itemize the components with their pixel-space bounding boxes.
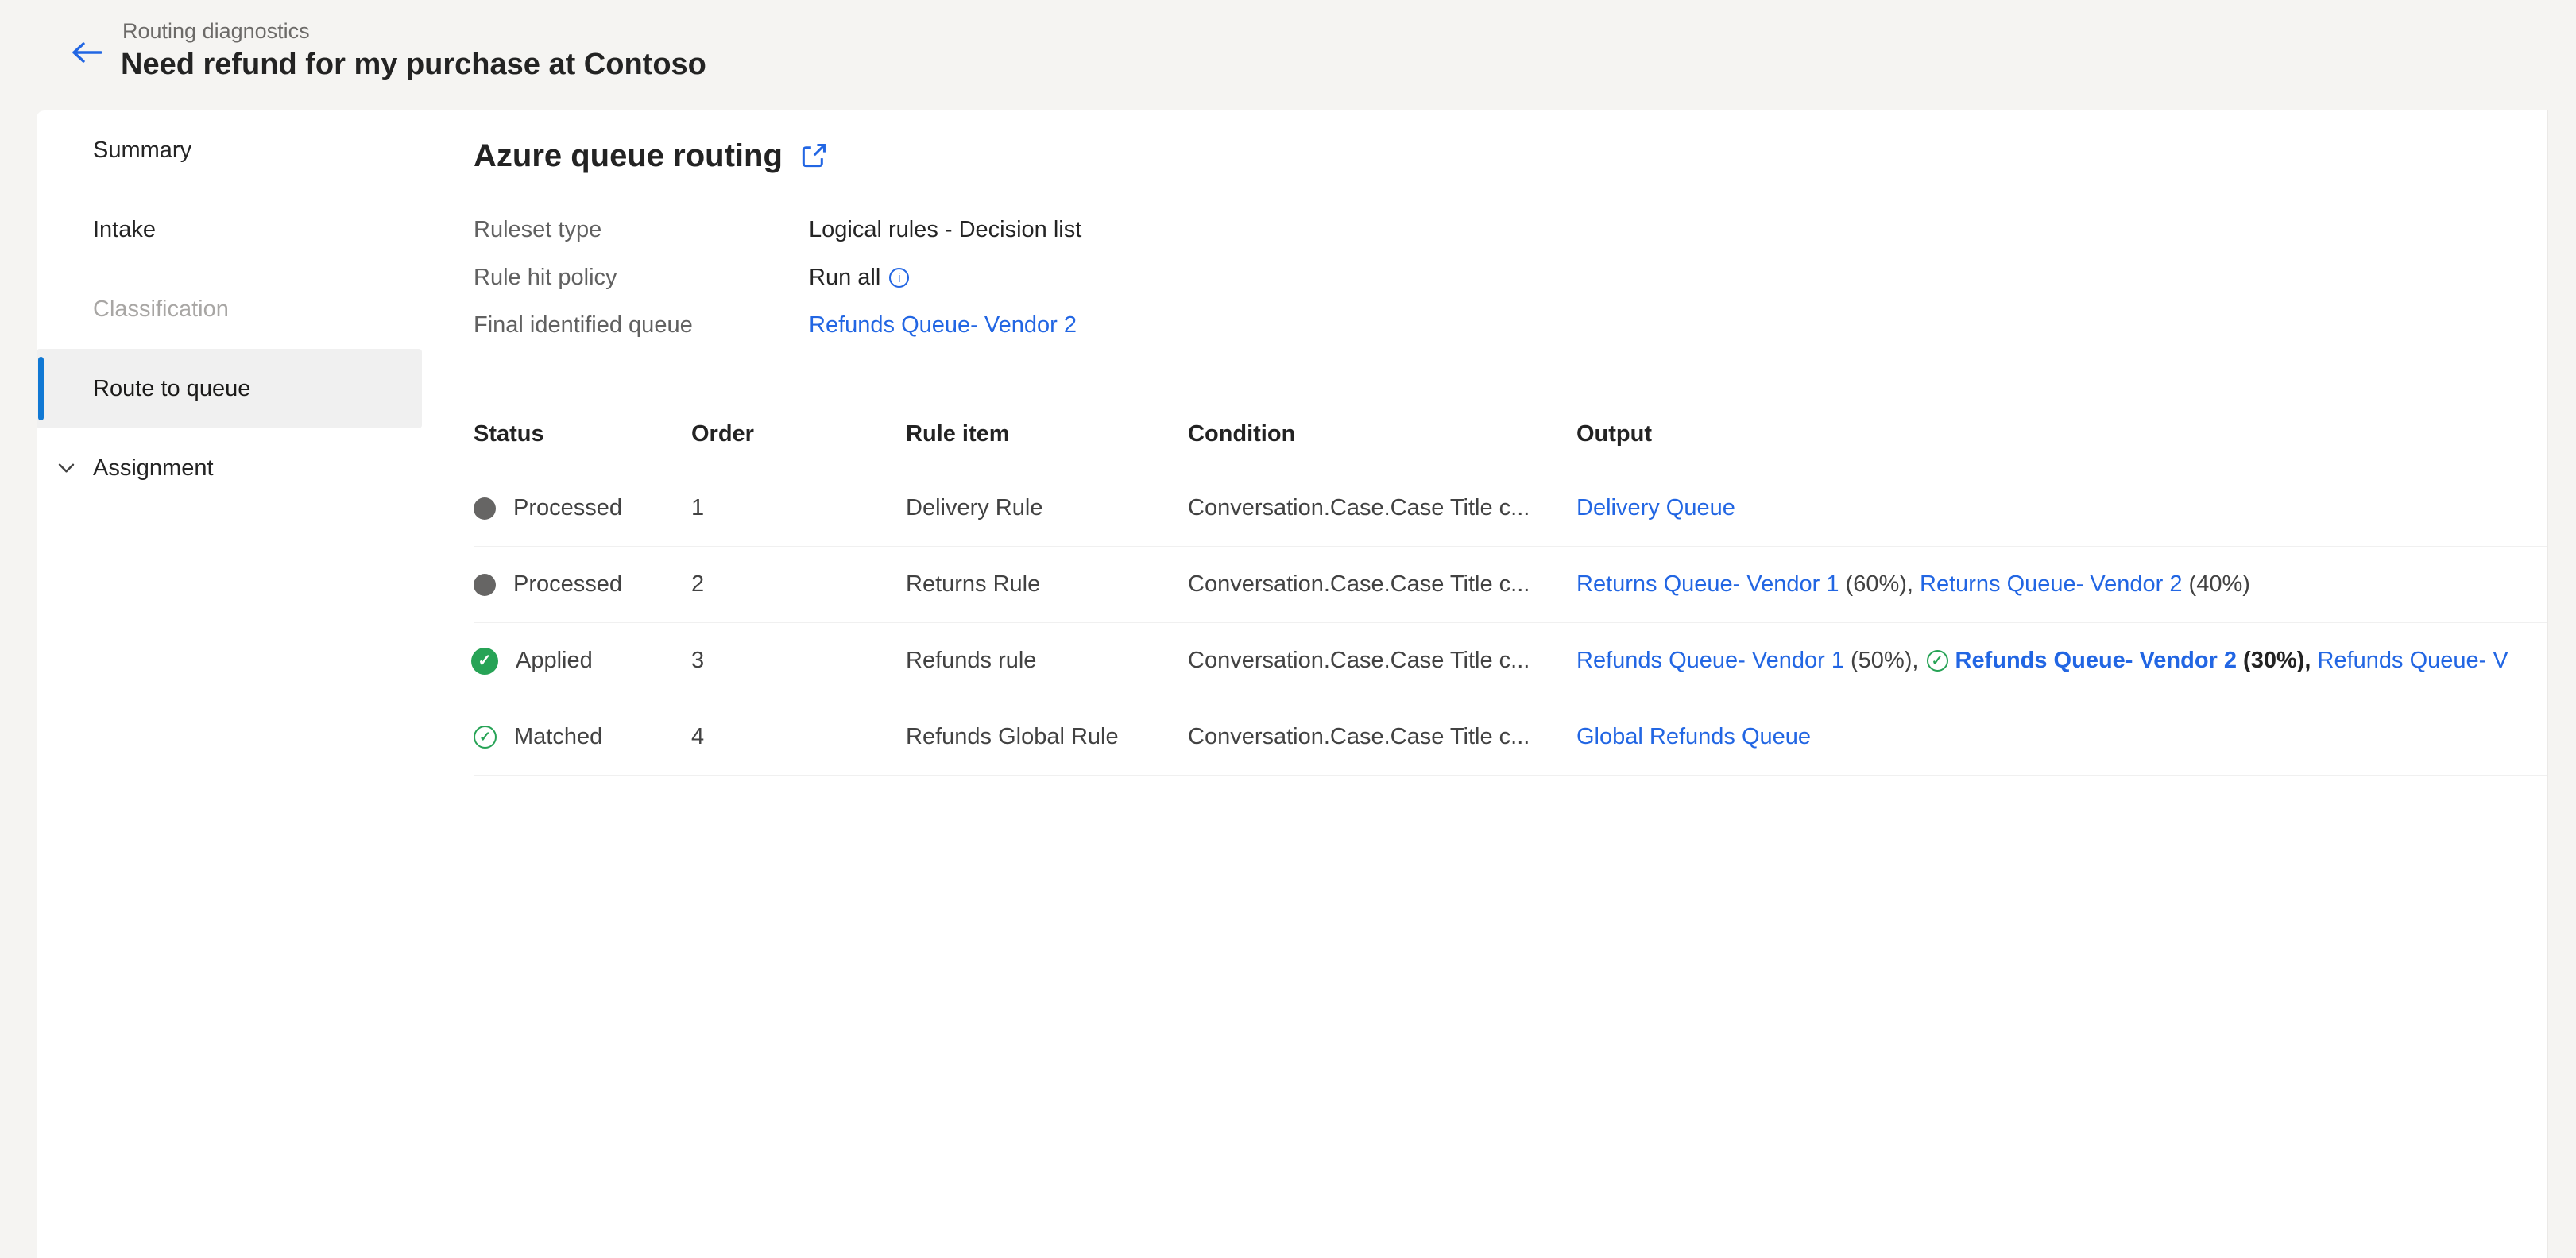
table-row: ✓ Matched 4 Refunds Global Rule Conversation… [474,699,2547,776]
rule-item-cell: Returns Rule [906,571,1041,597]
rules-table: Status Order Rule item Condition Output Proc… [471,399,2547,776]
sidebar-item-label: Summary [93,137,192,163]
status-cell: ✓ Applied [471,647,691,675]
column-header-status: Status [474,421,544,447]
output-percentage: (50%), [1843,648,1925,673]
condition-cell: Conversation.Case.Case Title c... [1188,571,1530,597]
output-cell: Delivery Queue [1576,495,2547,521]
ruleset-details: Ruleset type Logical rules - Decision lis… [474,206,2547,349]
column-header-order: Order [691,421,754,447]
detail-value: Logical rules - Decision list [809,217,1081,243]
status-label: Applied [516,648,593,673]
status-label: Processed [513,495,623,521]
sidebar-item-route-to-queue[interactable]: Route to queue [37,349,422,428]
output-queue-link[interactable]: Returns Queue- Vendor 2 [1920,571,2182,598]
detail-value: Refunds Queue- Vendor 2 [809,312,1077,339]
detail-value-text: Run all [809,264,881,290]
table-row: ✓ Applied 3 Refunds rule Conversation.Case.C… [471,623,2547,699]
status-label: Processed [513,571,623,597]
detail-value: Run all i [809,264,910,291]
sidebar-item-label: Intake [93,216,156,242]
rule-item-cell: Refunds Global Rule [906,724,1119,749]
sidebar-item-summary[interactable]: Summary [37,110,451,190]
detail-label: Final identified queue [474,312,693,338]
check-circle-outline-icon: ✓ [1926,650,1948,672]
sidebar-item-intake[interactable]: Intake [37,190,451,269]
output-queue-link[interactable]: Delivery Queue [1576,495,1735,521]
condition-cell: Conversation.Case.Case Title c... [1188,495,1530,521]
table-header-row: Status Order Rule item Condition Output [474,399,2547,470]
arrow-left-icon [72,40,103,65]
rule-item-cell: Delivery Rule [906,495,1043,521]
status-dot-gray-icon [474,573,496,596]
rule-item-cell: Refunds rule [906,648,1037,673]
status-check-outline-icon: ✓ [474,726,497,749]
output-queue-link[interactable]: Global Refunds Queue [1576,724,1811,750]
sidebar-item-label: Classification [93,296,229,322]
final-queue-link[interactable]: Refunds Queue- Vendor 2 [809,312,1077,339]
page-header: Routing diagnostics Need refund for my p… [0,0,2576,110]
back-button[interactable] [64,29,111,76]
table-row: Processed 1 Delivery Rule Conversation.Case… [474,470,2547,547]
output-cell: Returns Queue- Vendor 1 (60%), Returns Q… [1576,571,2547,598]
output-cell: Refunds Queue- Vendor 1 (50%), ✓ Refunds … [1576,648,2547,674]
order-cell: 3 [691,648,705,673]
output-queue-link[interactable]: Refunds Queue- V [2318,648,2508,674]
order-cell: 4 [691,724,705,749]
status-label: Matched [514,724,603,749]
status-check-filled-icon: ✓ [471,647,498,675]
condition-cell: Conversation.Case.Case Title c... [1188,724,1530,749]
detail-value-text: Logical rules - Decision list [809,216,1082,242]
condition-cell: Conversation.Case.Case Title c... [1188,648,1530,673]
order-cell: 2 [691,571,705,597]
chevron-down-icon [56,458,77,479]
output-cell: Global Refunds Queue [1576,724,2547,750]
output-queue-link-selected[interactable]: Refunds Queue- Vendor 2 [1955,648,2238,674]
detail-row: Final identified queue Refunds Queue- Ven… [474,301,2547,349]
page-title: Need refund for my purchase at Contoso [121,48,706,81]
output-queue-link[interactable]: Returns Queue- Vendor 1 [1576,571,1839,598]
status-cell: ✓ Matched [474,724,691,750]
detail-label: Rule hit policy [474,264,617,290]
section-title-row: Azure queue routing [474,134,2547,177]
sidebar-item-label: Route to queue [93,375,251,401]
routing-detail-panel: Azure queue routing Ruleset type Logical … [451,110,2548,1258]
column-header-rule-item: Rule item [906,421,1010,447]
output-percentage: (30%), [2237,648,2318,673]
column-header-condition: Condition [1188,421,1296,447]
sidebar-item-assignment[interactable]: Assignment [37,428,451,508]
output-percentage: (40%) [2182,571,2250,597]
status-cell: Processed [474,571,691,598]
sidebar-item-label: Assignment [93,455,214,481]
open-in-new-window-icon[interactable] [799,141,829,171]
table-body: Processed 1 Delivery Rule Conversation.Case… [471,470,2547,776]
sidebar-item-classification: Classification [37,269,451,349]
column-header-output: Output [1576,421,1653,447]
section-title: Azure queue routing [474,137,783,173]
breadcrumb: Routing diagnostics [122,19,310,43]
detail-row: Rule hit policy Run all i [474,254,2547,301]
detail-row: Ruleset type Logical rules - Decision lis… [474,206,2547,254]
output-queue-link[interactable]: Refunds Queue- Vendor 1 [1576,648,1844,674]
info-icon[interactable]: i [889,267,910,288]
detail-label: Ruleset type [474,216,602,242]
diagnostics-sidebar: Summary Intake Classification Route to queu… [37,110,451,1258]
status-cell: Processed [474,495,691,521]
output-percentage: (60%), [1839,571,1920,597]
status-dot-gray-icon [474,497,496,520]
table-row: Processed 2 Returns Rule Conversation.Case.… [474,547,2547,623]
order-cell: 1 [691,495,705,521]
